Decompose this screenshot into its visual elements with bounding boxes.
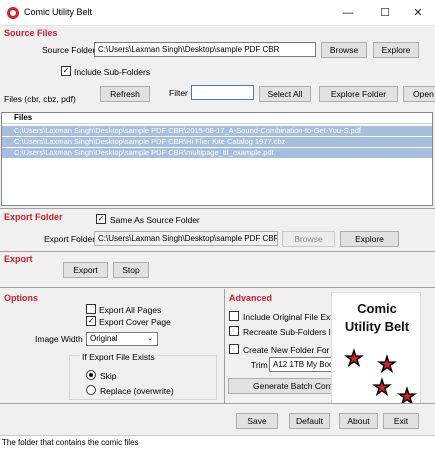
source-explore-button[interactable]: Explore [373, 42, 419, 58]
same-as-source-label: Same As Source Folder [110, 215, 200, 225]
list-item[interactable]: C:\Users\Laxman Singh\Desktop\sample PDF… [2, 148, 432, 158]
open-button[interactable]: Open [403, 86, 435, 102]
create-new-folder-label: Create New Folder For Ex [243, 345, 342, 355]
export-folder-label: Export Folder [44, 234, 96, 244]
divider [0, 403, 435, 404]
comic-utility-belt-logo: Comic Utility Belt ★ ★ ★ ★ [331, 292, 421, 404]
minimize-button[interactable]: — [331, 0, 365, 26]
replace-radio[interactable] [86, 385, 96, 395]
if-exists-label: If Export File Exists [80, 352, 157, 362]
stop-button[interactable]: Stop [113, 262, 149, 278]
export-cover-page-label: Export Cover Page [99, 317, 171, 327]
filter-input[interactable] [191, 85, 254, 100]
refresh-button[interactable]: Refresh [100, 86, 150, 102]
export-folder-input[interactable]: C:\Users\Laxman Singh\Desktop\sample PDF… [94, 231, 278, 246]
filter-label: Filter [169, 88, 188, 98]
divider [0, 208, 435, 209]
include-original-checkbox[interactable] [229, 311, 239, 321]
about-button[interactable]: About [339, 413, 378, 429]
title-bar: Comic Utility Belt — ☐ ✕ [0, 0, 435, 26]
include-subfolders-checkbox[interactable]: ✓ [61, 66, 71, 76]
export-browse-button[interactable]: Browse [282, 231, 335, 247]
create-new-folder-checkbox[interactable] [229, 344, 239, 354]
explore-folder-button[interactable]: Explore Folder [319, 86, 398, 102]
source-files-title: Source Files [4, 28, 58, 38]
logo-line-2: Utility Belt [344, 319, 410, 334]
app-window: Comic Utility Belt — ☐ ✕ Source Files So… [0, 0, 435, 450]
export-title: Export [4, 254, 33, 264]
include-original-label: Include Original File Exte [243, 312, 338, 322]
export-cover-page-checkbox[interactable]: ✓ [86, 316, 96, 326]
export-all-pages-label: Export All Pages [99, 305, 162, 315]
trim-label: Trim [251, 360, 268, 370]
recreate-subfolders-checkbox[interactable] [229, 326, 239, 336]
list-item[interactable]: C:\Users\Laxman Singh\Desktop\sample PDF… [2, 126, 432, 136]
status-bar: The folder that contains the comic files [0, 435, 435, 450]
source-folder-input[interactable]: C:\Users\Laxman Singh\Desktop\sample PDF… [94, 42, 316, 57]
divider [224, 289, 225, 403]
save-button[interactable]: Save [236, 413, 278, 429]
close-button[interactable]: ✕ [401, 0, 435, 26]
recreate-subfolders-label: Recreate Sub-Folders Insi [243, 327, 342, 337]
same-as-source-checkbox[interactable]: ✓ [96, 214, 106, 224]
star-icon: ★ [344, 348, 363, 370]
skip-label: Skip [100, 371, 117, 381]
maximize-button[interactable]: ☐ [368, 0, 402, 26]
image-width-select[interactable]: Original ⌄ [86, 332, 158, 346]
divider [0, 251, 435, 252]
select-all-button[interactable]: Select All [259, 86, 311, 102]
generate-batch-button[interactable]: Generate Batch Comm [228, 378, 332, 394]
files-type-label: Files (cbr, cbz, pdf) [4, 94, 76, 104]
export-button[interactable]: Export [63, 262, 108, 278]
options-title: Options [4, 293, 38, 303]
source-folder-label: Source Folder [42, 45, 96, 55]
star-icon: ★ [397, 386, 416, 404]
export-explore-button[interactable]: Explore [340, 231, 399, 247]
chevron-down-icon: ⌄ [147, 335, 153, 342]
window-title: Comic Utility Belt [24, 7, 93, 17]
replace-label: Replace (overwrite) [100, 386, 174, 396]
logo-line-1: Comic [357, 301, 397, 316]
image-width-value: Original [90, 334, 118, 343]
app-icon [7, 7, 19, 19]
skip-radio[interactable] [86, 370, 96, 380]
advanced-title: Advanced [229, 293, 273, 303]
files-list[interactable]: Files C:\Users\Laxman Singh\Desktop\samp… [1, 112, 433, 206]
include-subfolders-label: Include Sub-Folders [74, 67, 151, 77]
divider [0, 287, 435, 288]
exit-button[interactable]: Exit [383, 413, 419, 429]
list-item[interactable]: C:\Users\Laxman Singh\Desktop\sample PDF… [2, 137, 432, 147]
trim-input[interactable]: A12 1TB My Boo [269, 357, 333, 372]
star-icon: ★ [377, 354, 396, 376]
star-icon: ★ [372, 377, 391, 399]
export-all-pages-checkbox[interactable] [86, 304, 96, 314]
files-list-header: Files [2, 113, 432, 124]
source-browse-button[interactable]: Browse [321, 42, 367, 58]
default-button[interactable]: Default [289, 413, 330, 429]
image-width-label: Image Width [35, 334, 83, 344]
export-folder-title: Export Folder [4, 212, 63, 222]
